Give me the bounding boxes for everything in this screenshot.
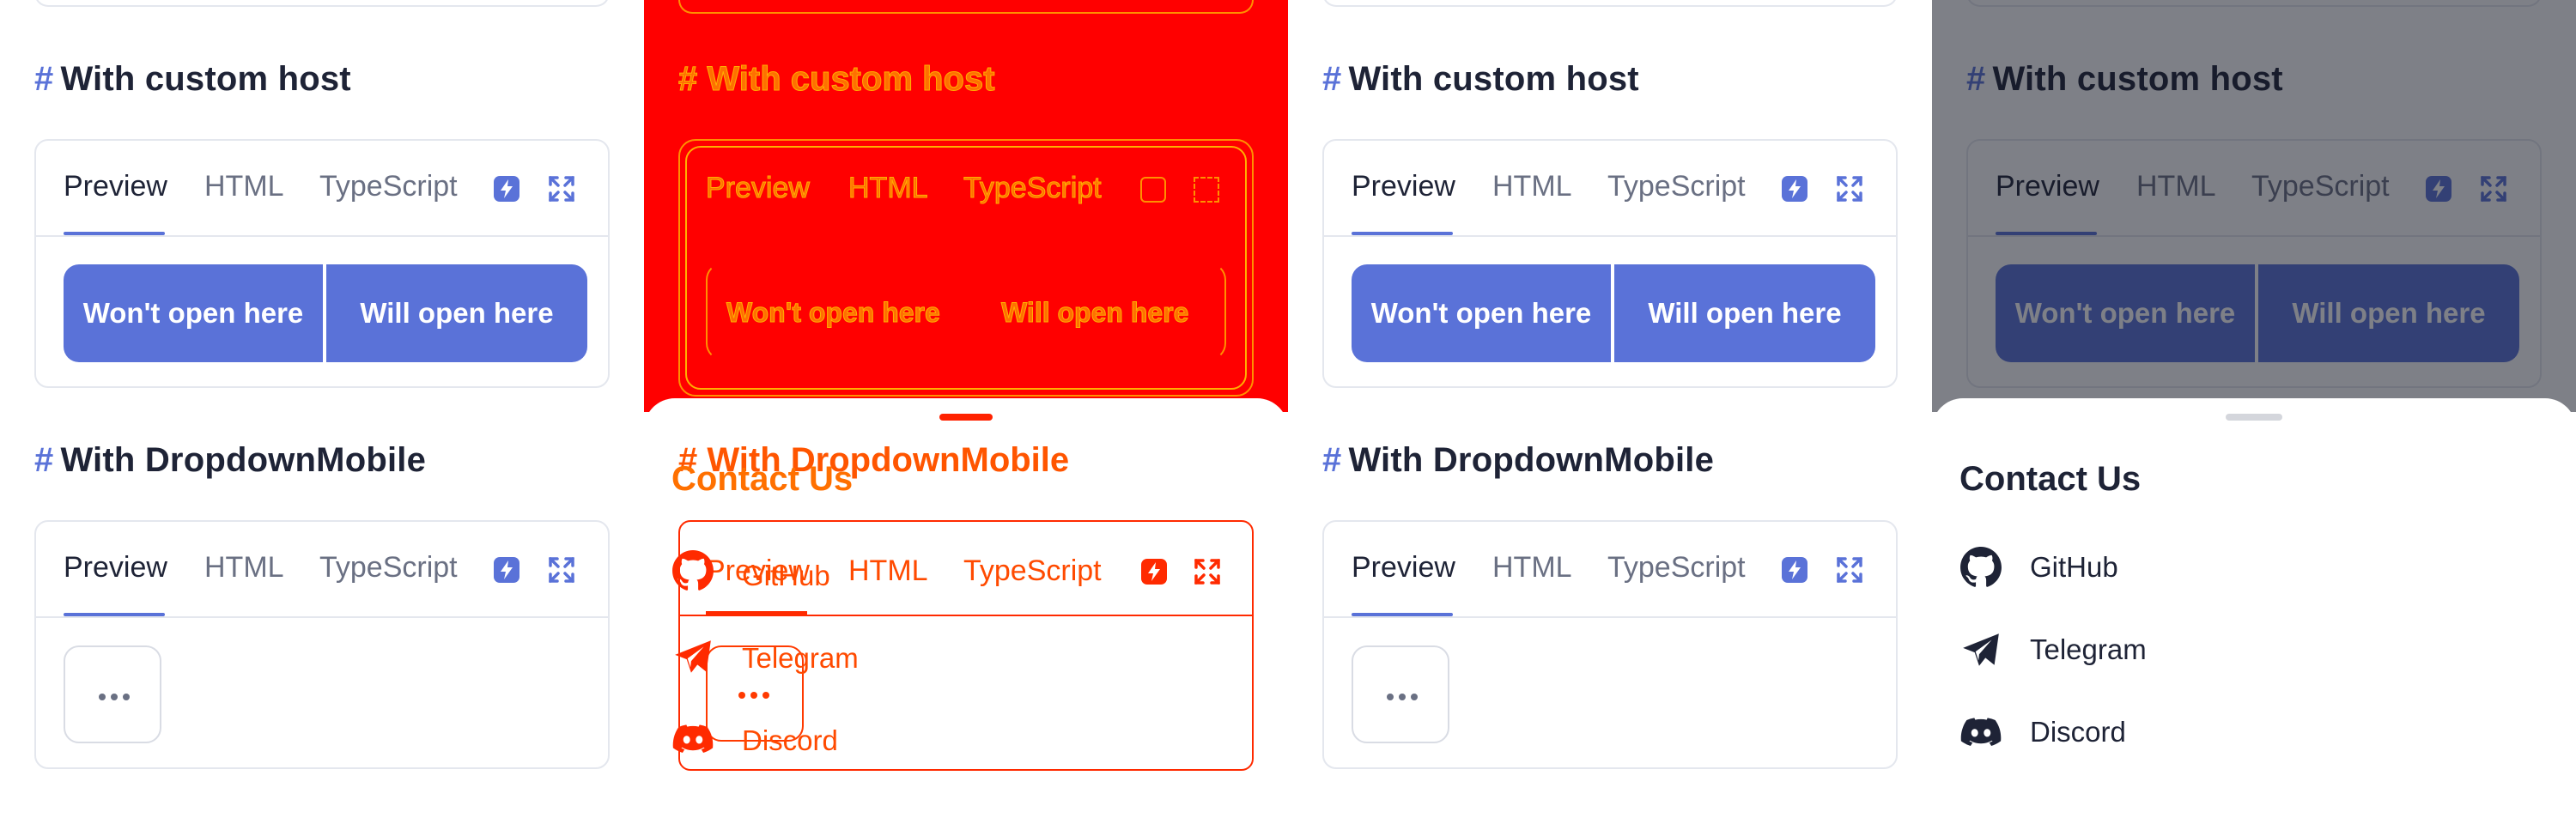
telegram-icon	[1963, 633, 1999, 666]
tab-preview[interactable]: Preview	[1352, 170, 1455, 203]
panel-debug-overlay: # With custom host Preview HTML TypeScri…	[644, 0, 1288, 824]
tab-html[interactable]: HTML	[1492, 170, 1572, 203]
section-title-dropdown-mobile: # With DropdownMobile	[1322, 441, 1715, 479]
demo-card-dropdown-mobile: Preview HTML TypeScript	[34, 520, 610, 769]
github-icon	[1960, 547, 2002, 587]
sheet-item-github[interactable]: GitHub	[1959, 541, 2543, 592]
debug-tab-typescript: TypeScript	[963, 554, 1102, 587]
dot	[750, 692, 757, 699]
tab-bar: Preview HTML TypeScript	[1324, 522, 1896, 618]
tab-active-indicator	[1352, 232, 1453, 235]
backdrop-overlay[interactable]	[1932, 0, 2576, 412]
tab-html[interactable]: HTML	[204, 551, 284, 585]
debug-stackblitz-icon	[1140, 177, 1166, 203]
debug-sheet-title: Contact Us	[671, 460, 854, 498]
stackblitz-icon[interactable]	[493, 175, 520, 203]
debug-telegram-label: Telegram	[742, 642, 859, 674]
demo-card-dropdown-mobile: Preview HTML TypeScript	[1322, 520, 1898, 769]
demo-card-custom-host: Preview HTML TypeScript Won't open here …	[1322, 139, 1898, 388]
previous-card-bottom	[1322, 0, 1898, 7]
debug-will-open: Will open here	[1000, 297, 1189, 329]
dot	[123, 694, 130, 700]
tab-active-indicator	[64, 232, 165, 235]
anchor-hash[interactable]: #	[34, 441, 53, 479]
section-title-dropdown-mobile: # With DropdownMobile	[34, 441, 427, 479]
dot	[1387, 694, 1394, 700]
dot	[99, 694, 106, 700]
stackblitz-icon[interactable]	[1781, 175, 1808, 203]
bottom-sheet: Contact Us GitHub Telegram Discord	[1932, 398, 2576, 824]
fullscreen-icon[interactable]	[548, 175, 575, 203]
debug-github-icon	[672, 550, 714, 591]
discord-icon	[1960, 718, 2002, 747]
debug-tab-preview: Preview	[706, 172, 811, 205]
wont-open-button[interactable]: Won't open here	[64, 264, 323, 362]
section-title-custom-host: #With custom host	[1322, 60, 1639, 98]
tab-preview[interactable]: Preview	[1352, 551, 1455, 585]
debug-tab-html: HTML	[848, 172, 929, 205]
debug-wont-open: Won't open here	[726, 297, 941, 329]
fullscreen-icon[interactable]	[1836, 175, 1863, 203]
debug-tab-underline	[706, 611, 807, 615]
tab-active-indicator	[64, 613, 165, 616]
debug-tab-typescript: TypeScript	[963, 172, 1103, 205]
tab-html[interactable]: HTML	[204, 170, 284, 203]
tab-html[interactable]: HTML	[1492, 551, 1572, 585]
panel-normal-2: # With custom host Preview HTML TypeScrip…	[1288, 0, 1932, 824]
will-open-button[interactable]: Will open here	[326, 264, 587, 362]
debug-tab-html: HTML	[848, 554, 928, 587]
sheet-grabber[interactable]	[2226, 414, 2282, 421]
sheet-title: Contact Us	[1959, 460, 2142, 498]
sheet-item-label: GitHub	[2030, 551, 2118, 583]
tab-typescript[interactable]: TypeScript	[1607, 170, 1746, 203]
debug-grabber	[939, 414, 993, 421]
debug-tab-divider	[678, 615, 1254, 616]
debug-stackblitz-icon	[1141, 559, 1167, 585]
button-group: Won't open here Will open here	[64, 264, 587, 362]
tab-bar: Preview HTML TypeScript	[1324, 141, 1896, 237]
tab-preview[interactable]: Preview	[64, 170, 167, 203]
tab-bar: Preview HTML TypeScript	[36, 522, 608, 618]
dot	[738, 692, 745, 699]
debug-discord-icon	[672, 724, 714, 754]
stackblitz-icon[interactable]	[493, 556, 520, 584]
tab-active-indicator	[1352, 613, 1453, 616]
previous-card-bottom	[34, 0, 610, 7]
anchor-hash[interactable]: #	[34, 60, 53, 98]
dot	[111, 694, 118, 700]
debug-fullscreen-icon	[1194, 559, 1220, 585]
fullscreen-icon[interactable]	[548, 556, 575, 584]
debug-github-label: GitHub	[742, 560, 830, 591]
tab-preview[interactable]: Preview	[64, 551, 167, 585]
anchor-hash[interactable]: #	[1322, 60, 1341, 98]
tab-bar: Preview HTML TypeScript	[36, 141, 608, 237]
sheet-item-discord[interactable]: Discord	[1959, 706, 2543, 757]
dot	[762, 692, 769, 699]
dot	[1411, 694, 1418, 700]
tab-typescript[interactable]: TypeScript	[1607, 551, 1746, 585]
fullscreen-icon[interactable]	[1836, 556, 1863, 584]
tab-typescript[interactable]: TypeScript	[319, 170, 458, 203]
stackblitz-icon[interactable]	[1781, 556, 1808, 584]
more-dots-button[interactable]	[1352, 645, 1449, 743]
panel-normal: # With custom host Preview HTML TypeScrip…	[0, 0, 644, 824]
sheet-item-label: Telegram	[2030, 633, 2147, 665]
sheet-item-telegram[interactable]: Telegram	[1959, 623, 2543, 675]
dot	[1399, 694, 1406, 700]
button-group: Won't open here Will open here	[1352, 264, 1875, 362]
will-open-button[interactable]: Will open here	[1614, 264, 1875, 362]
anchor-hash[interactable]: #	[1322, 441, 1341, 479]
sheet-item-label: Discord	[2030, 716, 2126, 748]
panel-with-sheet: #With custom host Preview HTML TypeScrip…	[1932, 0, 2576, 824]
tab-typescript[interactable]: TypeScript	[319, 551, 458, 585]
debug-section-title: # With custom host	[677, 60, 995, 99]
wont-open-button[interactable]: Won't open here	[1352, 264, 1611, 362]
debug-outline-prev-card	[678, 0, 1254, 14]
debug-telegram-icon	[675, 640, 711, 673]
section-title-custom-host: #With custom host	[34, 60, 351, 98]
debug-discord-label: Discord	[742, 724, 838, 756]
demo-card-custom-host: Preview HTML TypeScript Won't open here …	[34, 139, 610, 388]
more-dots-button[interactable]	[64, 645, 161, 743]
debug-fullscreen-icon	[1194, 177, 1219, 203]
